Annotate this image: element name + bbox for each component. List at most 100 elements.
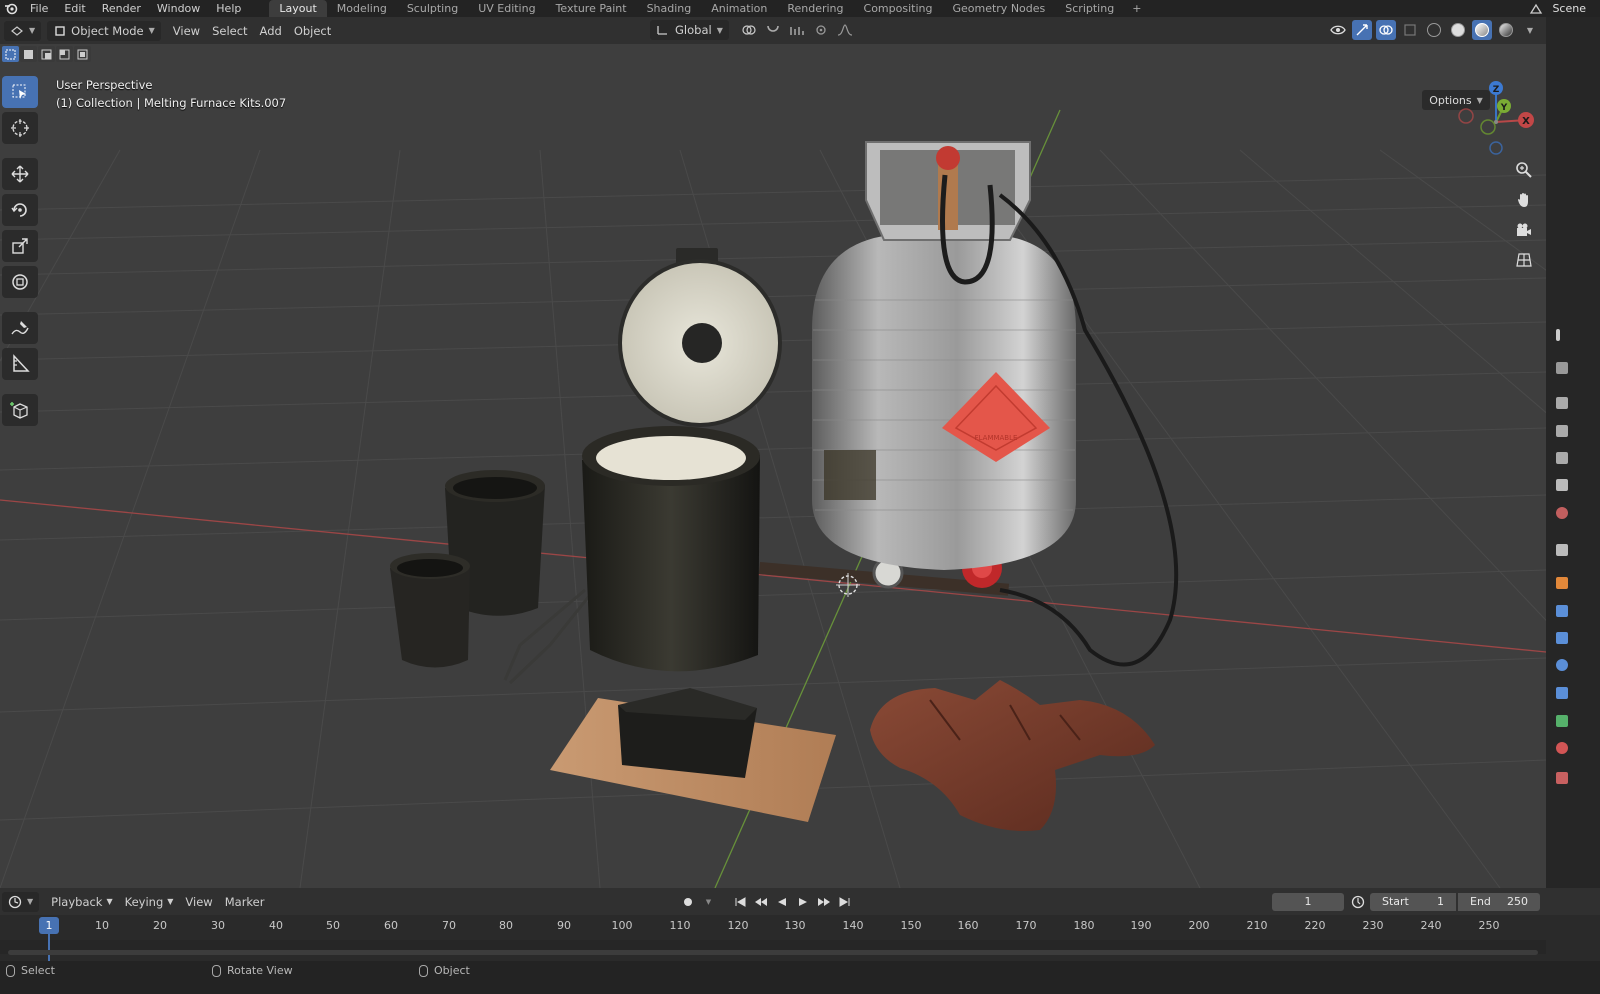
menu-render[interactable]: Render (94, 0, 149, 17)
output-tab-icon[interactable] (1556, 425, 1568, 437)
play-reverse-icon[interactable] (772, 892, 791, 911)
material-tab-icon[interactable] (1556, 742, 1568, 754)
workspace-tab-geometry-nodes[interactable]: Geometry Nodes (942, 0, 1055, 17)
data-tab-icon[interactable] (1556, 715, 1568, 727)
menu-help[interactable]: Help (208, 0, 249, 17)
rendered-shading-icon[interactable] (1496, 20, 1516, 40)
gizmo-y-axis[interactable]: Y (1497, 99, 1511, 113)
timeline-view-menu[interactable]: View (179, 892, 218, 912)
workspace-tab-texture-paint[interactable]: Texture Paint (546, 0, 637, 17)
leather-gloves[interactable] (870, 680, 1155, 831)
scene-selector-icon[interactable] (1526, 0, 1546, 19)
zoom-icon[interactable] (1510, 158, 1538, 182)
workspace-tab-uv-editing[interactable]: UV Editing (468, 0, 545, 17)
workspace-tab-modeling[interactable]: Modeling (327, 0, 397, 17)
furnace-lid[interactable] (618, 248, 782, 427)
scale-icon[interactable] (2, 230, 38, 262)
wireframe-shading-icon[interactable] (1424, 20, 1444, 40)
menu-window[interactable]: Window (149, 0, 208, 17)
perspective-toggle-icon[interactable] (1510, 248, 1538, 272)
solid-shading-icon[interactable] (1448, 20, 1468, 40)
render-tab-icon[interactable] (1556, 397, 1568, 409)
start-frame-field[interactable]: Start 1 (1370, 893, 1456, 911)
texture-tab-icon[interactable] (1556, 772, 1568, 784)
play-icon[interactable] (793, 892, 812, 911)
shading-options-icon[interactable]: ▼ (1520, 20, 1540, 40)
xray-icon[interactable] (1400, 20, 1420, 40)
select-subtract-icon[interactable] (38, 46, 55, 62)
previous-keyframe-icon[interactable] (751, 892, 770, 911)
3d-viewport[interactable]: FLAMMABLE User Perspective (1) Collectio… (0, 44, 1546, 888)
editor-type-selector[interactable]: ▼ (4, 20, 42, 41)
timeline-editor[interactable]: ▼ Playback ▼ Keying ▼ View Marker ▼ 1 Star… (0, 888, 1600, 961)
crucible-small[interactable] (390, 553, 470, 668)
navigation-gizmo[interactable]: X Y Z (1455, 78, 1543, 158)
scene-render[interactable]: FLAMMABLE (0, 44, 1546, 888)
pan-hand-icon[interactable] (1510, 188, 1538, 212)
workspace-tab-layout[interactable]: Layout (269, 0, 327, 17)
menu-file[interactable]: File (22, 0, 56, 17)
blender-logo-icon[interactable] (0, 0, 22, 17)
workspace-tab-sculpting[interactable]: Sculpting (397, 0, 468, 17)
timeline-scrollbar[interactable] (8, 950, 1538, 955)
gizmo-x-axis[interactable]: X (1518, 112, 1534, 128)
jump-to-start-icon[interactable] (730, 892, 749, 911)
workspace-tab-compositing[interactable]: Compositing (854, 0, 943, 17)
gizmo-z-axis[interactable]: Z (1489, 81, 1503, 95)
workspace-tab-rendering[interactable]: Rendering (777, 0, 853, 17)
rotate-icon[interactable] (2, 194, 38, 226)
collection-tab-icon[interactable] (1556, 544, 1568, 556)
end-frame-field[interactable]: End 250 (1458, 893, 1540, 911)
record-keyframe-icon[interactable] (678, 892, 697, 911)
world-tab-icon[interactable] (1556, 507, 1568, 519)
measure-icon[interactable] (2, 348, 38, 380)
physics-tab-icon[interactable] (1556, 659, 1568, 671)
proportional-editing-icon[interactable] (811, 20, 831, 40)
modifiers-tab-icon[interactable] (1556, 605, 1568, 617)
playback-menu[interactable]: Playback ▼ (45, 892, 118, 912)
pivot-point-icon[interactable] (739, 20, 759, 40)
workspace-tab-shading[interactable]: Shading (637, 0, 702, 17)
select-intersect-icon[interactable] (74, 46, 91, 62)
gizmo-toggle-icon[interactable] (1352, 20, 1372, 40)
playhead[interactable]: 1 (39, 917, 59, 934)
furnace-body[interactable] (582, 426, 760, 672)
camera-view-icon[interactable] (1510, 218, 1538, 242)
select-invert-icon[interactable] (56, 46, 73, 62)
visibility-icon[interactable] (1328, 20, 1348, 40)
current-frame-field[interactable]: 1 (1272, 893, 1344, 911)
material-preview-icon[interactable] (1472, 20, 1492, 40)
jump-to-end-icon[interactable] (835, 892, 854, 911)
menu-object[interactable]: Object (288, 21, 337, 41)
timeline-editor-type-selector[interactable]: ▼ (2, 891, 40, 912)
move-icon[interactable] (2, 158, 38, 190)
particles-tab-icon[interactable] (1556, 632, 1568, 644)
snap-icon[interactable] (763, 20, 783, 40)
overlays-icon[interactable] (1376, 20, 1396, 40)
add-workspace-button[interactable]: + (1124, 2, 1149, 15)
constraints-tab-icon[interactable] (1556, 687, 1568, 699)
next-keyframe-icon[interactable] (814, 892, 833, 911)
select-extend-icon[interactable] (20, 46, 37, 62)
menu-select[interactable]: Select (206, 21, 253, 41)
object-tab-icon[interactable] (1556, 577, 1568, 589)
use-preview-range-icon[interactable] (1351, 895, 1365, 912)
auto-key-options-icon[interactable]: ▼ (699, 892, 718, 911)
keying-menu[interactable]: Keying ▼ (119, 892, 180, 912)
marker-menu[interactable]: Marker (219, 892, 271, 912)
workspace-tab-scripting[interactable]: Scripting (1055, 0, 1124, 17)
tool-tab-icon[interactable] (1556, 362, 1568, 374)
falloff-icon[interactable] (835, 20, 855, 40)
mode-selector[interactable]: Object Mode ▼ (47, 20, 161, 41)
menu-add[interactable]: Add (254, 21, 288, 41)
workspace-tab-animation[interactable]: Animation (701, 0, 777, 17)
transform-orientation-selector[interactable]: Global ▼ (650, 20, 729, 40)
cursor-icon[interactable] (2, 112, 38, 144)
select-box-icon[interactable] (2, 76, 38, 108)
menu-view[interactable]: View (167, 21, 206, 41)
add-cube-icon[interactable] (2, 394, 38, 426)
transform-icon[interactable] (2, 266, 38, 298)
frame-ruler[interactable]: 10 20 30 40 50 60 70 80 90 100 110 120 1… (0, 915, 1546, 937)
menu-edit[interactable]: Edit (56, 0, 93, 17)
scene-name[interactable]: Scene (1552, 2, 1586, 15)
